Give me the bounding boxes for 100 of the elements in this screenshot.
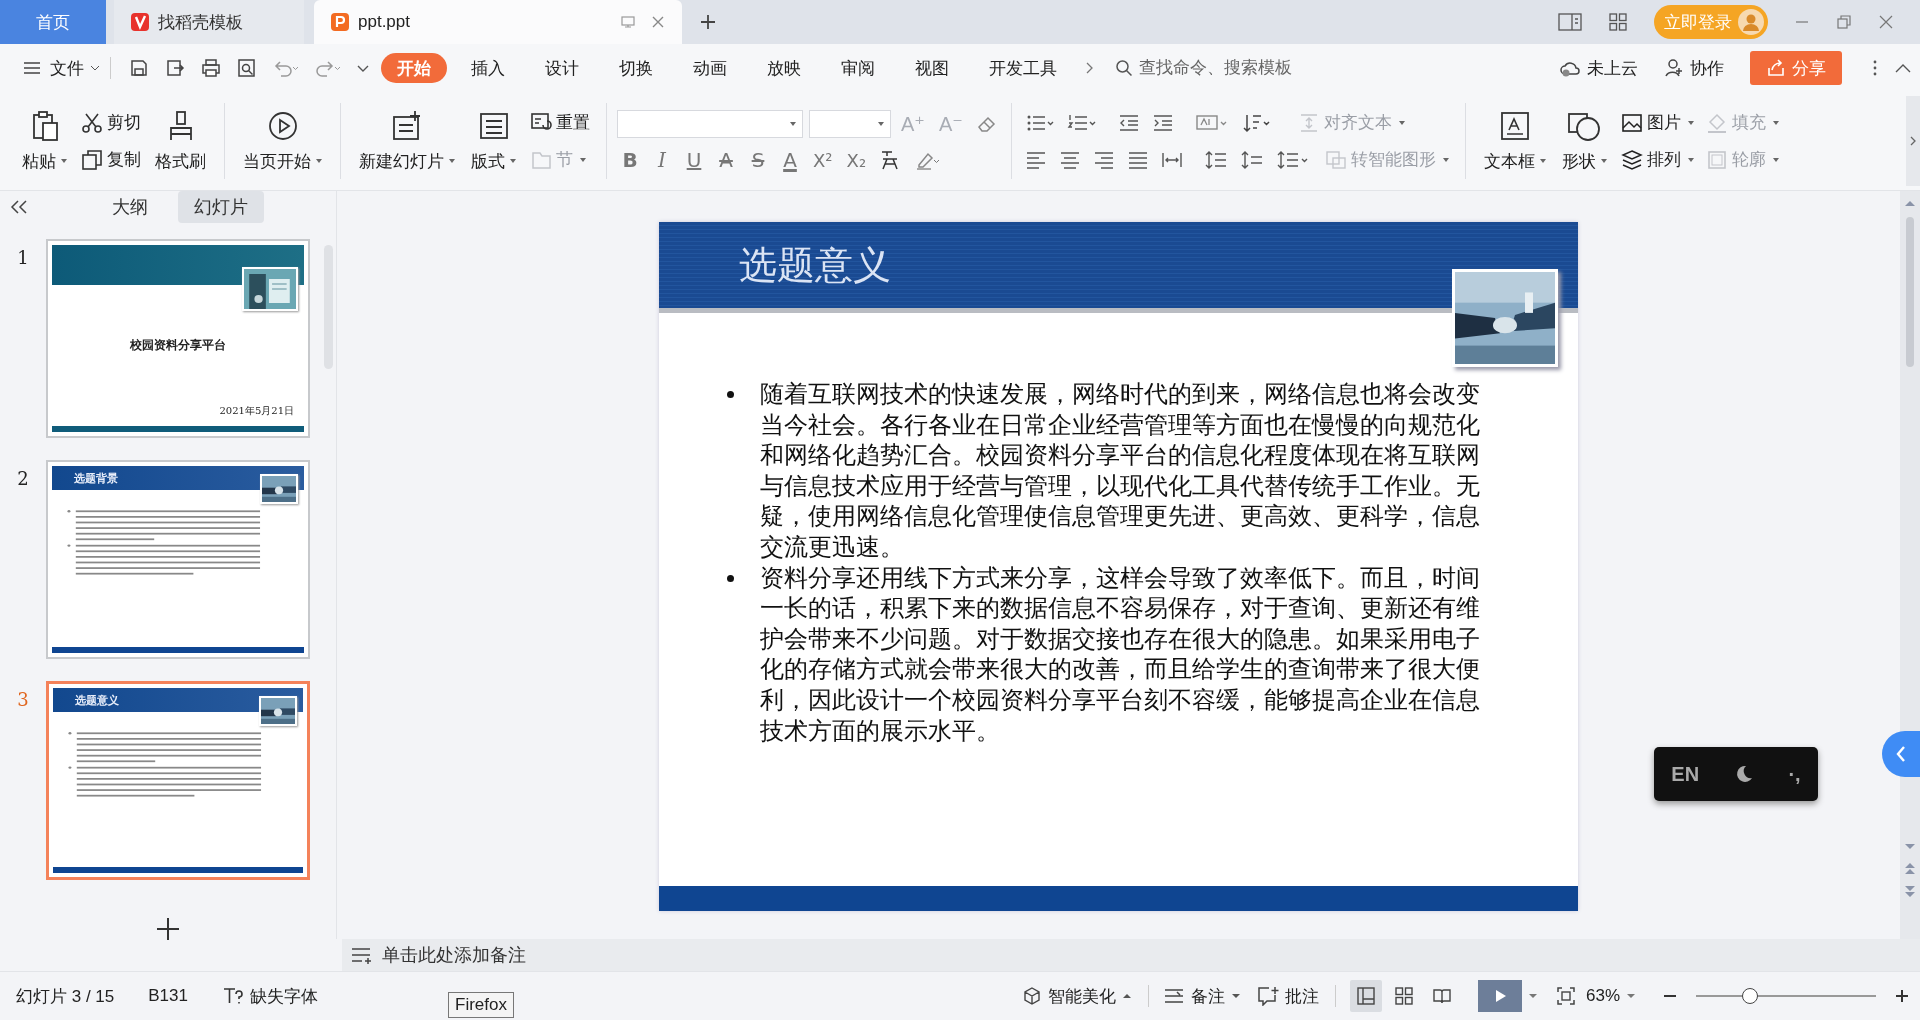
play-icon [266, 109, 299, 142]
caret-icon [878, 122, 884, 126]
file-menu[interactable]: 文件 [50, 56, 100, 80]
tooltip: Firefox [448, 992, 514, 1018]
comments-button[interactable]: 批注 [1256, 984, 1319, 1008]
collaborate-button[interactable]: 协作 [1664, 56, 1724, 80]
slide-title: 选题意义 [739, 241, 891, 289]
layout-button[interactable]: 版式 [463, 105, 524, 177]
missing-fonts-button[interactable]: 缺失字体 [221, 984, 318, 1008]
side-panel-toggle-icon[interactable] [1882, 731, 1920, 777]
export-icon[interactable] [165, 58, 185, 78]
text-format-button[interactable]: B [617, 148, 643, 172]
scroll-down-icon[interactable] [1904, 843, 1916, 851]
scroll-up-icon[interactable] [1904, 199, 1916, 207]
redo-icon[interactable] [315, 58, 341, 78]
play-from-current-button[interactable]: 当页开始 [235, 105, 330, 177]
normal-view-button[interactable] [1349, 980, 1382, 1012]
outline-icon [1705, 148, 1728, 171]
ribbon-tab[interactable]: 设计 [529, 53, 595, 83]
slide-title: 选题意义 [75, 692, 119, 708]
input-mode-label: EN [1671, 762, 1700, 786]
ribbon-tab[interactable]: 放映 [751, 53, 817, 83]
slide-thumbnail[interactable]: 校园资料分享平台 2021年5月21日 [46, 239, 310, 438]
zoom-slider-thumb[interactable] [1742, 988, 1758, 1004]
monitor-icon[interactable] [620, 14, 636, 30]
scrollbar-thumb[interactable] [1906, 217, 1914, 367]
text-format-button[interactable]: U [681, 148, 707, 172]
text-format-button[interactable]: S [745, 148, 771, 172]
close-icon[interactable] [1878, 14, 1894, 30]
panel-tab[interactable]: 大纲 [96, 191, 164, 223]
play-button[interactable] [1477, 980, 1522, 1012]
text-box-button[interactable]: 文本框 [1475, 105, 1554, 177]
next-slide-icon[interactable] [1904, 885, 1916, 899]
cut-button[interactable]: 剪切 [75, 109, 147, 136]
grid-icon[interactable] [1608, 12, 1628, 32]
text-format-button[interactable]: I [649, 148, 675, 172]
ribbon-tab[interactable]: 切换 [603, 53, 669, 83]
fit-to-window-icon[interactable] [1555, 986, 1576, 1006]
caret-icon [1687, 157, 1694, 162]
new-slide-button[interactable]: 新建幻灯片 [351, 105, 463, 177]
text-format-button[interactable]: X² [809, 149, 837, 171]
zoom-level-dropdown[interactable]: 63% [1585, 986, 1636, 1006]
save-icon[interactable] [129, 58, 149, 78]
search-field[interactable]: 查找命令、搜索模板 [1115, 57, 1341, 79]
slide-canvas[interactable] [659, 222, 1578, 911]
zoom-in-icon[interactable] [1894, 988, 1910, 1004]
slide-thumbnail[interactable]: 选题意义 [46, 681, 310, 880]
copy-button[interactable]: 复制 [75, 146, 147, 173]
font-size-field[interactable] [809, 110, 891, 138]
panel-tab[interactable]: 幻灯片 [178, 191, 264, 223]
text-format-button[interactable]: X₂ [842, 149, 871, 171]
cloud-status-button[interactable]: 未上云 [1559, 56, 1638, 80]
smart-beautify-button[interactable]: 智能美化 [1021, 984, 1132, 1008]
slide-number: 2 [16, 467, 30, 489]
reset-button[interactable]: 重置 [524, 109, 596, 136]
text-format-button[interactable]: A [777, 148, 803, 172]
document-tab[interactable]: ppt.ppt [314, 0, 682, 44]
close-tab-icon[interactable] [650, 14, 666, 30]
ribbon-tab[interactable]: 开发工具 [973, 53, 1073, 83]
new-slide-icon [391, 109, 423, 142]
undo-icon[interactable] [273, 58, 299, 78]
font-name-field[interactable] [617, 110, 803, 138]
document-tab[interactable]: 首页 [0, 0, 106, 44]
more-icon[interactable] [1872, 58, 1878, 78]
caret-icon [1442, 157, 1449, 162]
caret-icon [1772, 157, 1779, 162]
print-icon[interactable] [201, 58, 221, 78]
ribbon-tab[interactable]: 动画 [677, 53, 743, 83]
caret-icon[interactable] [1527, 993, 1538, 999]
ribbon-tab[interactable]: 插入 [455, 53, 521, 83]
ribbon-tab[interactable]: 审阅 [825, 53, 891, 83]
copy-icon [81, 148, 103, 171]
caret-icon [1772, 120, 1779, 125]
customize-caret-icon[interactable] [357, 63, 369, 73]
notes-button[interactable]: 备注 [1162, 984, 1241, 1008]
notes-field[interactable]: 单击此处添加备注 [380, 943, 684, 967]
reading-layout-icon[interactable] [1558, 12, 1582, 32]
add-slide-icon[interactable] [155, 916, 181, 942]
arrange-button[interactable]: 排列 [1614, 146, 1700, 173]
text-format-button[interactable]: A [713, 148, 739, 172]
collapse-panel-icon[interactable] [10, 200, 28, 214]
presentation-file-icon [330, 12, 350, 32]
previous-slide-icon[interactable] [1904, 861, 1916, 875]
avatar-icon [1738, 9, 1764, 35]
format-painter-button[interactable]: 格式刷 [147, 105, 214, 177]
print-preview-icon[interactable] [237, 58, 257, 78]
ribbon-tab[interactable]: 视图 [899, 53, 965, 83]
new-tab-icon[interactable] [698, 12, 718, 32]
shape-button[interactable]: 形状 [1553, 105, 1615, 177]
caret-icon [61, 159, 67, 163]
slide-thumbnail[interactable]: 选题背景 [46, 460, 310, 659]
picture-button[interactable]: 图片 [1614, 109, 1700, 136]
collapse-ribbon-icon[interactable] [1894, 62, 1912, 74]
document-tab[interactable]: 找稻壳模板 [114, 0, 304, 44]
chevron-right-icon[interactable] [1085, 61, 1095, 75]
paste-button[interactable]: 粘贴 [14, 105, 75, 177]
restore-icon[interactable] [1836, 14, 1852, 30]
image-icon [1620, 111, 1643, 134]
input-method-indicator[interactable]: EN ·, [1654, 747, 1818, 801]
bullet-icon [727, 391, 734, 398]
